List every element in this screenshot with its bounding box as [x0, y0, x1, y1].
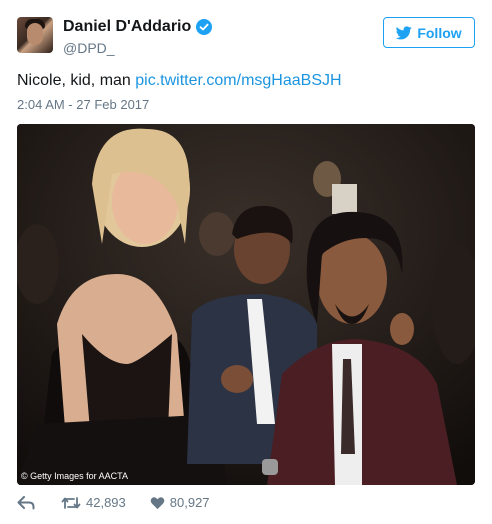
tweet-link[interactable]: pic.twitter.com/msgHaaBSJH [135, 72, 341, 89]
twitter-bird-icon [396, 25, 413, 39]
tweet-card: Daniel D'Addario @DPD_ Follow Nicole, ki… [0, 0, 492, 524]
like-button[interactable]: 80,927 [150, 495, 210, 510]
tweet-actions: 42,893 80,927 [17, 495, 210, 510]
follow-label: Follow [417, 24, 462, 41]
photo-credit: © Getty Images for AACTA [21, 471, 128, 481]
retweet-button[interactable]: 42,893 [61, 495, 126, 510]
reply-icon [17, 495, 35, 509]
like-count: 80,927 [169, 495, 210, 510]
tweet-body: Nicole, kid, man [17, 72, 136, 89]
checkmark-icon [199, 23, 209, 31]
retweet-icon [61, 496, 81, 509]
display-name[interactable]: Daniel D'Addario [63, 18, 191, 36]
avatar-face [27, 23, 43, 45]
user-handle[interactable]: @DPD_ [63, 40, 115, 56]
tweet-timestamp[interactable]: 2:04 AM - 27 Feb 2017 [17, 97, 149, 112]
reply-button[interactable] [17, 495, 35, 510]
photo-image [17, 124, 475, 485]
tweet-photo[interactable]: © Getty Images for AACTA [17, 124, 475, 485]
follow-button[interactable]: Follow [383, 17, 475, 48]
verified-badge-icon [196, 19, 213, 35]
retweet-count: 42,893 [86, 495, 126, 510]
tweet-text: Nicole, kid, man pic.twitter.com/msgHaaB… [17, 72, 342, 90]
name-row: Daniel D'Addario [63, 18, 213, 36]
avatar[interactable] [17, 17, 53, 53]
heart-icon [150, 496, 165, 509]
